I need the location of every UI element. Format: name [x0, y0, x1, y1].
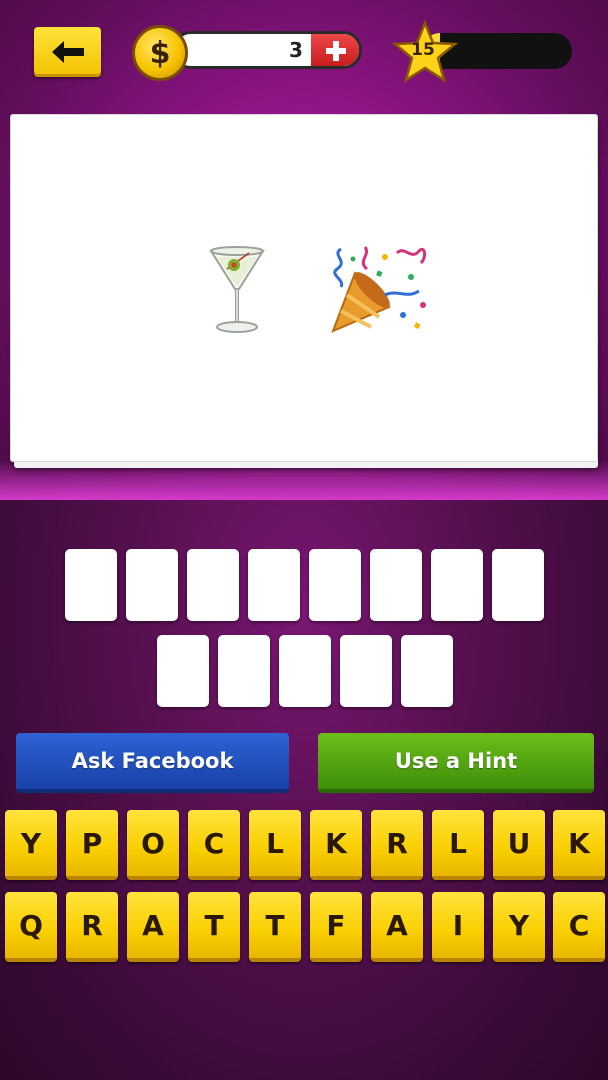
dollar-coin-icon: $ — [132, 25, 188, 81]
party-popper-icon — [331, 246, 427, 333]
letter-key[interactable]: T — [188, 892, 240, 962]
level-progress: 15 — [392, 20, 580, 86]
answer-slot[interactable] — [492, 549, 544, 621]
letter-key[interactable]: L — [249, 810, 301, 880]
ask-facebook-button[interactable]: Ask Facebook — [16, 733, 289, 793]
letter-key[interactable]: Y — [493, 892, 545, 962]
left-arrow-icon — [51, 41, 84, 63]
letter-key[interactable]: Y — [5, 810, 57, 880]
coin-pill: 3 — [172, 31, 362, 69]
use-hint-button[interactable]: Use a Hint — [318, 733, 594, 793]
clue-card — [10, 114, 598, 462]
letter-key[interactable]: F — [310, 892, 362, 962]
ask-facebook-label: Ask Facebook — [71, 749, 234, 773]
letter-key[interactable]: K — [553, 810, 605, 880]
letter-key[interactable]: O — [127, 810, 179, 880]
letter-key[interactable]: P — [66, 810, 118, 880]
answer-slot[interactable] — [248, 549, 300, 621]
letter-key[interactable]: K — [310, 810, 362, 880]
use-hint-label: Use a Hint — [394, 749, 518, 773]
plus-icon — [326, 41, 346, 61]
letter-key[interactable]: Q — [5, 892, 57, 962]
answer-slot[interactable] — [65, 549, 117, 621]
answer-slot[interactable] — [187, 549, 239, 621]
letter-key[interactable]: I — [432, 892, 484, 962]
answer-slot[interactable] — [218, 635, 270, 707]
letter-key[interactable]: C — [553, 892, 605, 962]
answer-slot[interactable] — [401, 635, 453, 707]
letter-key[interactable]: C — [188, 810, 240, 880]
level-number: 15 — [411, 40, 435, 60]
add-coins-button[interactable] — [311, 34, 359, 66]
coin-balance: 3 $ — [132, 25, 368, 81]
letter-key[interactable]: A — [371, 892, 423, 962]
answer-slot[interactable] — [340, 635, 392, 707]
coin-symbol: $ — [149, 35, 171, 71]
answer-slot[interactable] — [157, 635, 209, 707]
martini-glass-icon — [209, 246, 265, 333]
back-button[interactable] — [34, 27, 101, 77]
letter-key[interactable]: U — [493, 810, 545, 880]
letter-key[interactable]: L — [432, 810, 484, 880]
letter-key[interactable]: R — [371, 810, 423, 880]
answer-slot[interactable] — [126, 549, 178, 621]
answer-slot[interactable] — [431, 549, 483, 621]
answer-slot[interactable] — [309, 549, 361, 621]
answer-slot[interactable] — [370, 549, 422, 621]
letter-key[interactable]: T — [249, 892, 301, 962]
answer-slot[interactable] — [279, 635, 331, 707]
letter-key[interactable]: R — [66, 892, 118, 962]
letter-key[interactable]: A — [127, 892, 179, 962]
